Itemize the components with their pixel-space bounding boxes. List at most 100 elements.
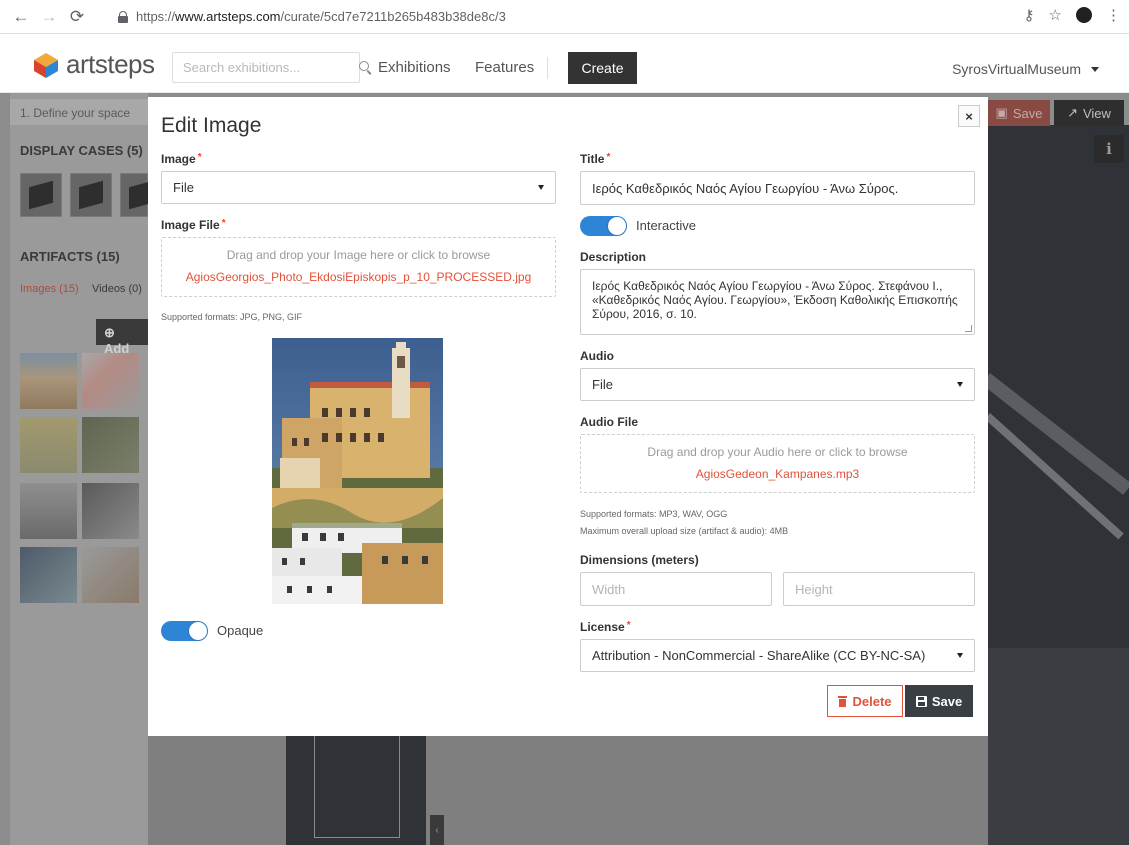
add-artifact-button[interactable]: ⊕ Add: [96, 319, 148, 356]
save-label: Save: [931, 693, 963, 709]
browser-actions: ⚷ ☆ ⋮: [1024, 6, 1121, 24]
reload-icon[interactable]: ⟳: [66, 6, 88, 28]
step-indicator[interactable]: 1. Define your space: [10, 99, 148, 125]
info-icon[interactable]: i: [1094, 135, 1124, 163]
artifacts-heading: ARTIFACTS (15): [20, 249, 120, 264]
delete-label: Delete: [852, 693, 892, 709]
artifact-thumb[interactable]: [82, 483, 139, 539]
audio-source-value: File: [592, 377, 613, 392]
image-file-label: Image File *: [161, 218, 226, 232]
height-input[interactable]: Height: [783, 572, 975, 606]
audio-dropzone[interactable]: Drag and drop your Audio here or click t…: [580, 434, 975, 493]
artifact-thumb[interactable]: [20, 483, 77, 539]
tab-videos-count: (0): [128, 283, 142, 295]
star-icon[interactable]: ☆: [1049, 6, 1062, 24]
image-file-name[interactable]: AgiosGeorgios_Photo_EkdosiEpiskopis_p_10…: [162, 270, 555, 284]
title-label: Title *: [580, 152, 610, 166]
license-label: License *: [580, 620, 631, 634]
search-box[interactable]: [172, 52, 369, 83]
artifact-thumb[interactable]: [82, 417, 139, 473]
extension-icon[interactable]: [1076, 7, 1092, 23]
logo-mark-icon: [34, 52, 58, 78]
create-button[interactable]: Create: [568, 52, 637, 84]
nav-features[interactable]: Features: [475, 59, 534, 76]
image-dropzone[interactable]: Drag and drop your Image here or click t…: [161, 237, 556, 297]
license-value: Attribution - NonCommercial - ShareAlike…: [592, 648, 926, 663]
key-icon[interactable]: ⚷: [1024, 6, 1035, 24]
site-header: artsteps Exhibitions Features Create Syr…: [0, 35, 1129, 93]
floppy-disk-icon: [915, 695, 927, 707]
resize-grip-icon[interactable]: [965, 325, 972, 332]
dialog-title: Edit Image: [161, 114, 262, 137]
scene-floor: [988, 648, 1129, 845]
save-icon: ▣: [995, 105, 1008, 120]
tab-videos-label: Videos: [92, 283, 126, 295]
description-text: Ιερός Καθεδρικός Ναός Αγίου Γεωργίου - Ά…: [592, 279, 958, 321]
description-textarea[interactable]: Ιερός Καθεδρικός Ναός Αγίου Γεωργίου - Ά…: [580, 269, 975, 335]
display-cases-heading: DISPLAY CASES (5): [20, 143, 143, 158]
close-icon[interactable]: ×: [958, 105, 980, 127]
collapse-chevron-icon[interactable]: ‹: [430, 815, 444, 845]
image-source-label-text: Image: [161, 152, 196, 166]
opaque-toggle[interactable]: [161, 621, 208, 641]
display-case-thumb[interactable]: [70, 173, 112, 217]
toolbar-view-button[interactable]: ↗ View: [1054, 100, 1124, 126]
width-input[interactable]: Width: [580, 572, 772, 606]
back-arrow-icon[interactable]: ←: [10, 6, 32, 28]
dropdown-arrow-icon: [538, 185, 544, 190]
interactive-toggle[interactable]: [580, 216, 627, 236]
dropdown-arrow-icon: [957, 653, 963, 658]
artsteps-logo[interactable]: artsteps: [32, 49, 155, 80]
toolbar-save-button[interactable]: ▣ Save: [988, 100, 1050, 126]
required-mark: *: [626, 620, 631, 631]
license-select[interactable]: Attribution - NonCommercial - ShareAlike…: [580, 639, 975, 672]
required-mark: *: [197, 152, 202, 163]
audio-source-select[interactable]: File: [580, 368, 975, 401]
audio-source-label: Audio: [580, 349, 614, 363]
upload-limit-note: Maximum overall upload size (artifact & …: [580, 526, 789, 536]
lock-icon: [118, 10, 128, 23]
url-host: www.artsteps.com: [175, 9, 281, 24]
artifact-thumb[interactable]: [20, 547, 77, 603]
edit-image-dialog: Edit Image × Image * File Image File * Dra…: [148, 97, 988, 736]
image-source-label: Image *: [161, 152, 202, 166]
address-bar[interactable]: https://www.artsteps.com/curate/5cd7e721…: [112, 4, 914, 29]
browser-toolbar: ← → ⟳ https://www.artsteps.com/curate/5c…: [0, 0, 1129, 34]
more-menu-icon[interactable]: ⋮: [1106, 6, 1121, 24]
user-name: SyrosVirtualMuseum: [952, 61, 1081, 77]
artifact-thumb[interactable]: [82, 547, 139, 603]
floor-plan-area: [148, 733, 988, 845]
title-label-text: Title: [580, 152, 605, 166]
external-link-icon: ↗: [1067, 105, 1078, 120]
image-preview: [272, 338, 443, 604]
nav-exhibitions[interactable]: Exhibitions: [378, 59, 451, 76]
url-text: https://www.artsteps.com/curate/5cd7e721…: [136, 9, 506, 24]
display-case-thumb[interactable]: [20, 173, 62, 217]
artifact-thumb[interactable]: [20, 353, 77, 409]
required-mark: *: [606, 152, 611, 163]
trash-icon: [838, 695, 848, 707]
logo-text: artsteps: [66, 49, 155, 79]
image-source-value: File: [173, 180, 194, 195]
user-menu[interactable]: SyrosVirtualMuseum: [952, 61, 1099, 77]
artifact-thumb[interactable]: [82, 353, 139, 409]
delete-button[interactable]: Delete: [827, 685, 903, 717]
opaque-label: Opaque: [217, 623, 264, 638]
image-source-select[interactable]: File: [161, 171, 556, 204]
license-label-text: License: [580, 620, 625, 634]
floor-plan-preview[interactable]: [286, 733, 426, 845]
tab-images[interactable]: Images (15): [20, 283, 79, 295]
audio-formats-note: Supported formats: MP3, WAV, OGG: [580, 509, 728, 519]
save-button[interactable]: Save: [905, 685, 973, 717]
artifact-thumb[interactable]: [20, 417, 77, 473]
interactive-label: Interactive: [636, 218, 696, 233]
audio-dropzone-hint: Drag and drop your Audio here or click t…: [647, 445, 908, 459]
description-label: Description: [580, 250, 647, 264]
tab-videos[interactable]: Videos (0): [92, 283, 142, 295]
title-input[interactable]: Ιερός Καθεδρικός Ναός Αγίου Γεωργίου - Ά…: [580, 171, 975, 205]
image-formats-note: Supported formats: JPG, PNG, GIF: [161, 312, 303, 322]
display-case-thumb[interactable]: [120, 173, 148, 217]
search-input[interactable]: [183, 60, 359, 75]
audio-file-name[interactable]: AgiosGedeon_Kampanes.mp3: [581, 467, 974, 481]
forward-arrow-icon[interactable]: →: [38, 6, 60, 28]
